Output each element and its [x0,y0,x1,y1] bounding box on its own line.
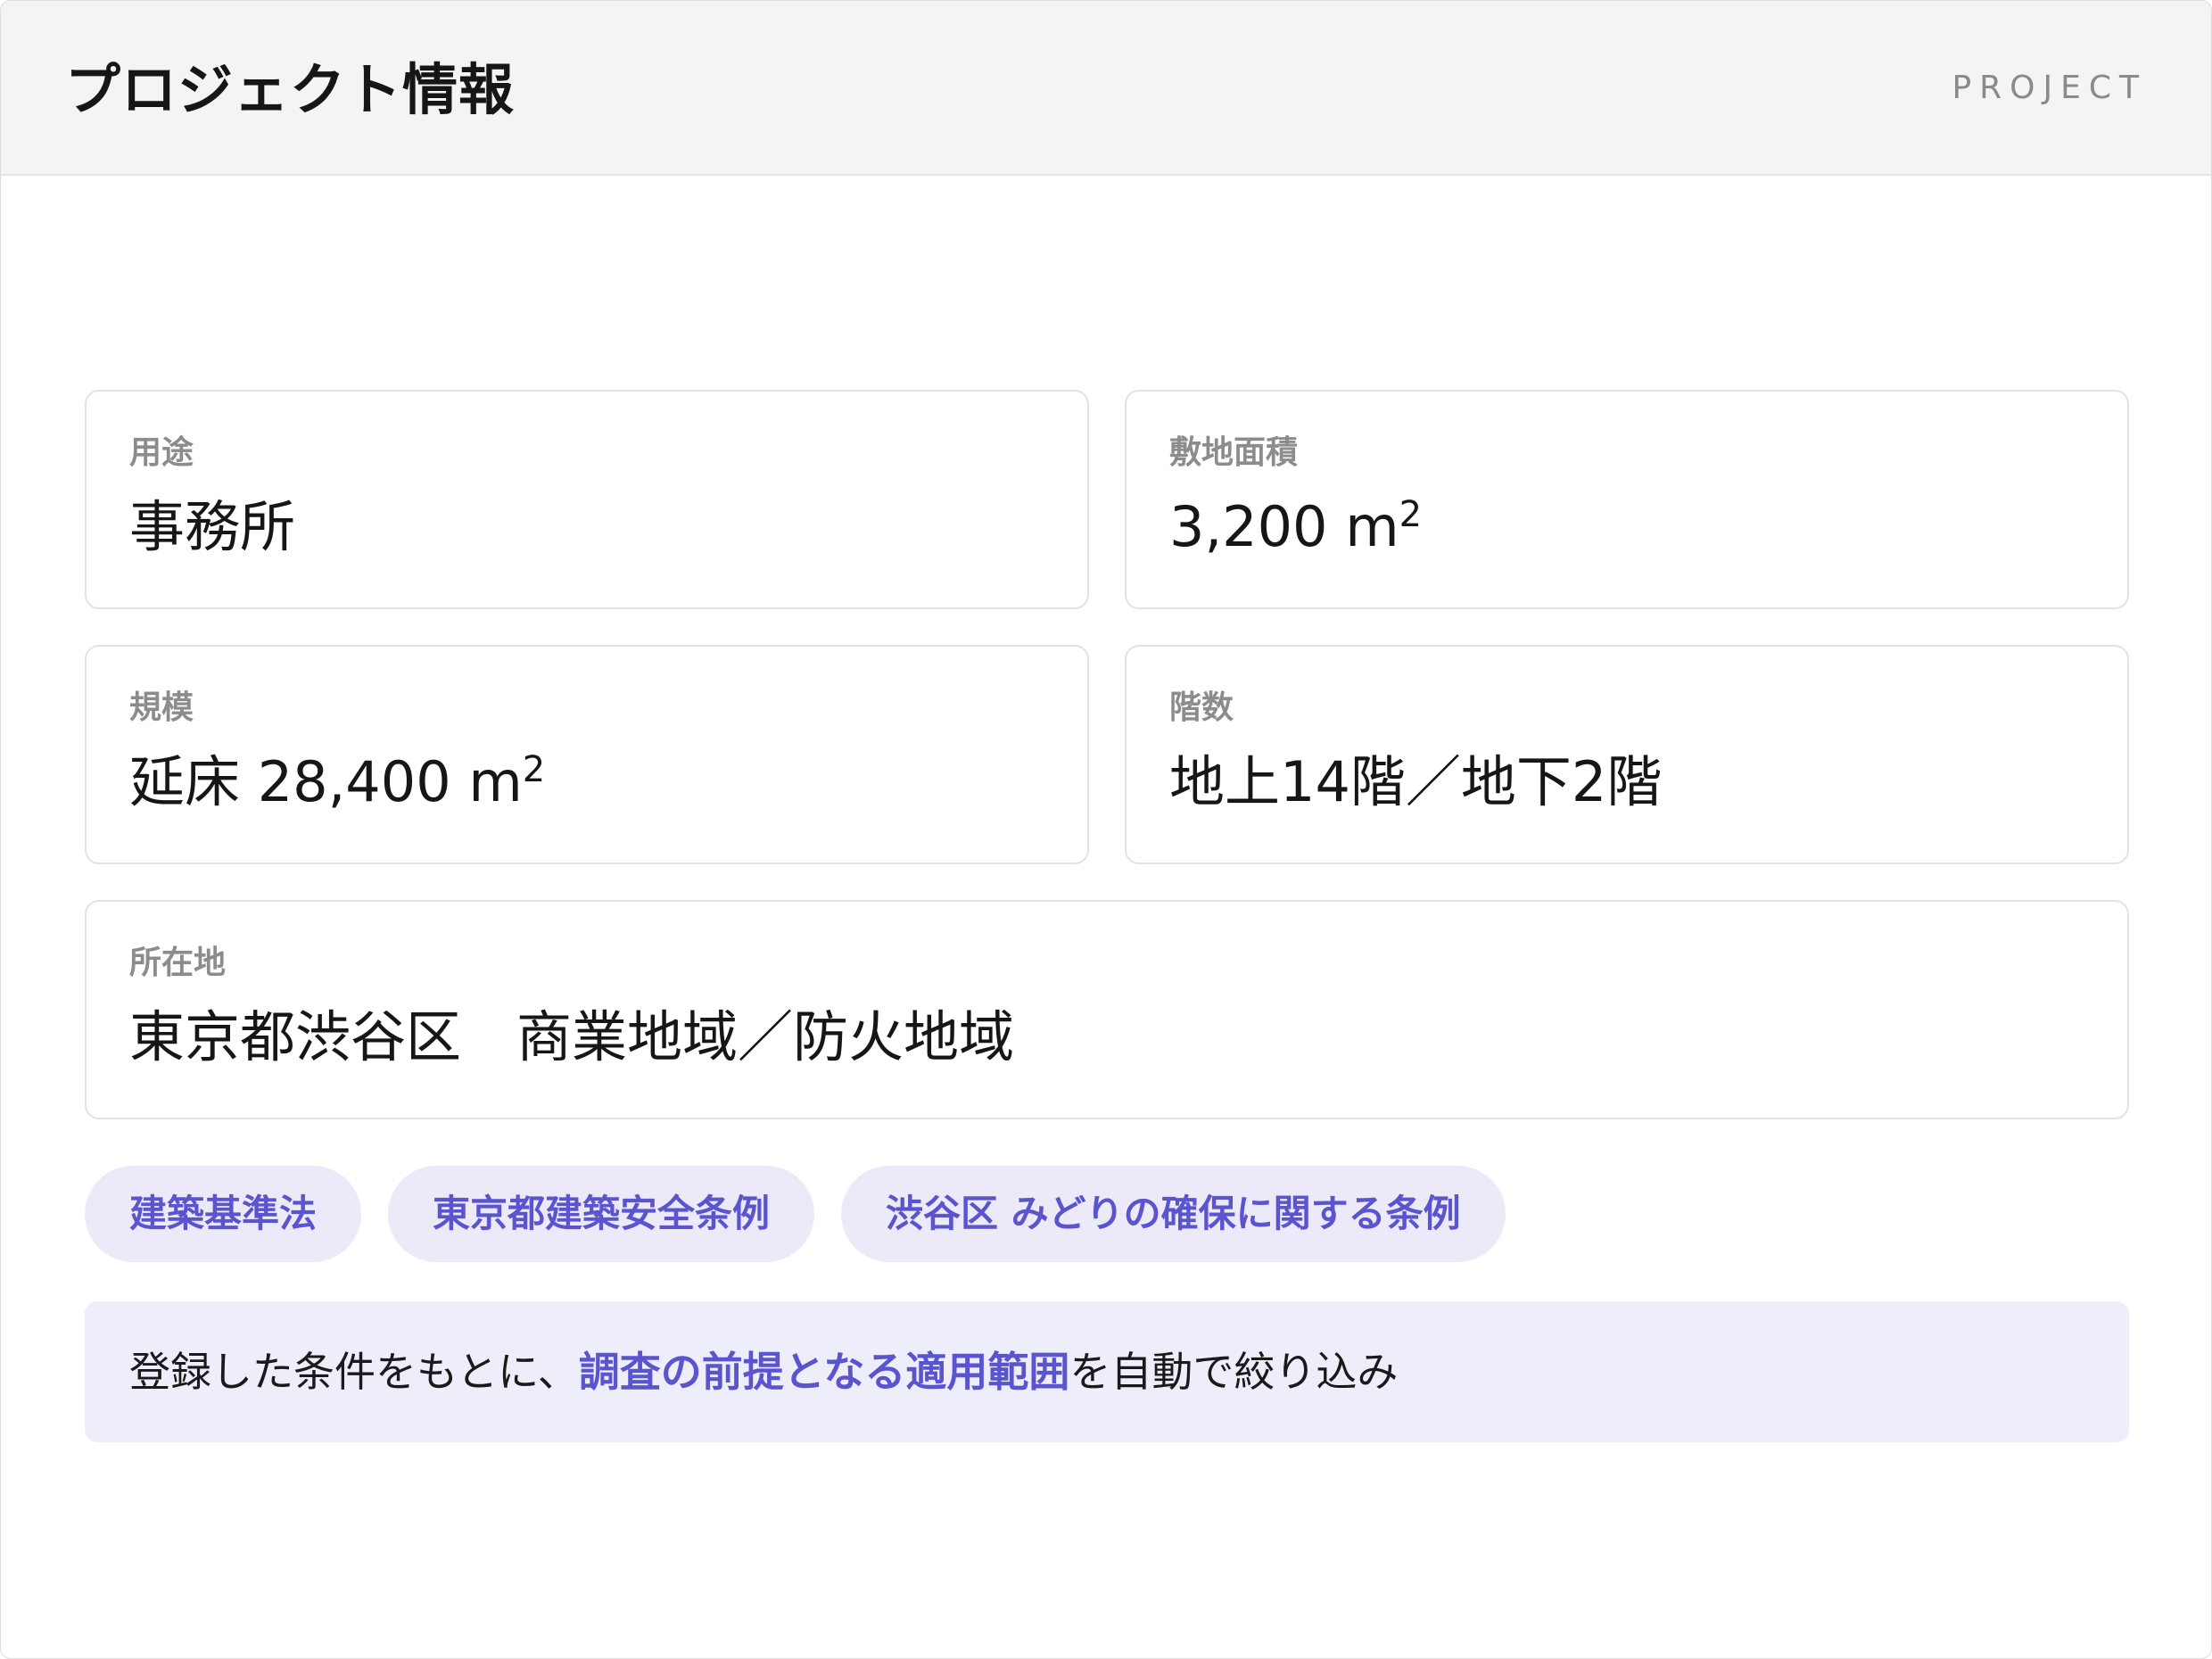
site-area-unit-exponent: 2 [1399,494,1423,535]
site-area-field-card[interactable]: 敷地面積 3,200 m2 [1125,390,2129,609]
section-tag: PROJECT [1952,70,2147,106]
regulation-chip-list: 建築基準法 東京都建築安全条例 渋谷区 みどりの確保に関する条例 [85,1166,1506,1262]
regulation-chip-tokyo-safety[interactable]: 東京都建築安全条例 [388,1166,815,1262]
site-area-label: 敷地面積 [1169,434,1299,471]
location-field-card[interactable]: 所在地 東京都渋谷区 商業地域／防火地域 [85,900,2129,1119]
use-value: 事務所 [129,494,296,559]
scale-value: 延床 28,400 m2 [129,745,545,820]
scale-field-card[interactable]: 規模 延床 28,400 m2 [85,645,1089,864]
scale-unit-exponent: 2 [522,749,546,790]
panel-title: プロジェクト情報 [65,57,516,122]
project-info-panel: プロジェクト情報 PROJECT 用途 事務所 敷地面積 3,200 m2 規模… [0,0,2212,1659]
site-area-value: 3,200 m2 [1169,490,1422,565]
location-label: 所在地 [129,945,227,981]
regulation-chip-shibuya-greenery[interactable]: 渋谷区 みどりの確保に関する条例 [841,1166,1506,1262]
regulation-chip-building-standards[interactable]: 建築基準法 [85,1166,362,1262]
floors-label: 階数 [1169,689,1234,726]
use-field-card[interactable]: 用途 事務所 [85,390,1089,609]
use-label: 用途 [129,434,194,471]
note-highlight: 調査の前提となる適用範囲 [578,1348,1070,1396]
floors-value: 地上14階／地下2階 [1169,749,1663,814]
scale-number: 延床 28,400 m [129,749,523,814]
floors-field-card[interactable]: 階数 地上14階／地下2階 [1125,645,2129,864]
location-value: 東京都渋谷区 商業地域／防火地域 [129,1004,1015,1069]
panel-header: プロジェクト情報 PROJECT [1,1,2211,176]
auto-filter-note: 登録した条件をもとに、調査の前提となる適用範囲を自動で絞り込み [85,1301,2129,1442]
note-suffix: を自動で絞り込み [1069,1348,1399,1396]
scale-label: 規模 [129,689,194,726]
note-prefix: 登録した条件をもとに、 [129,1348,579,1396]
site-area-number: 3,200 m [1169,494,1399,559]
